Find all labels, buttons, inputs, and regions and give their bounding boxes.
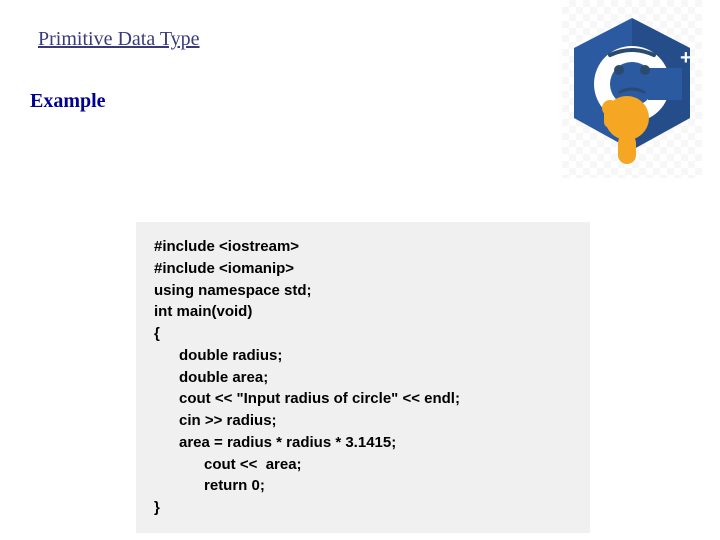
cpp-logo: ++ bbox=[562, 0, 702, 178]
code-block: #include <iostream> #include <iomanip> u… bbox=[136, 222, 590, 533]
svg-text:++: ++ bbox=[680, 47, 702, 69]
example-label: Example bbox=[30, 90, 106, 113]
page-title: Primitive Data Type bbox=[38, 28, 200, 51]
